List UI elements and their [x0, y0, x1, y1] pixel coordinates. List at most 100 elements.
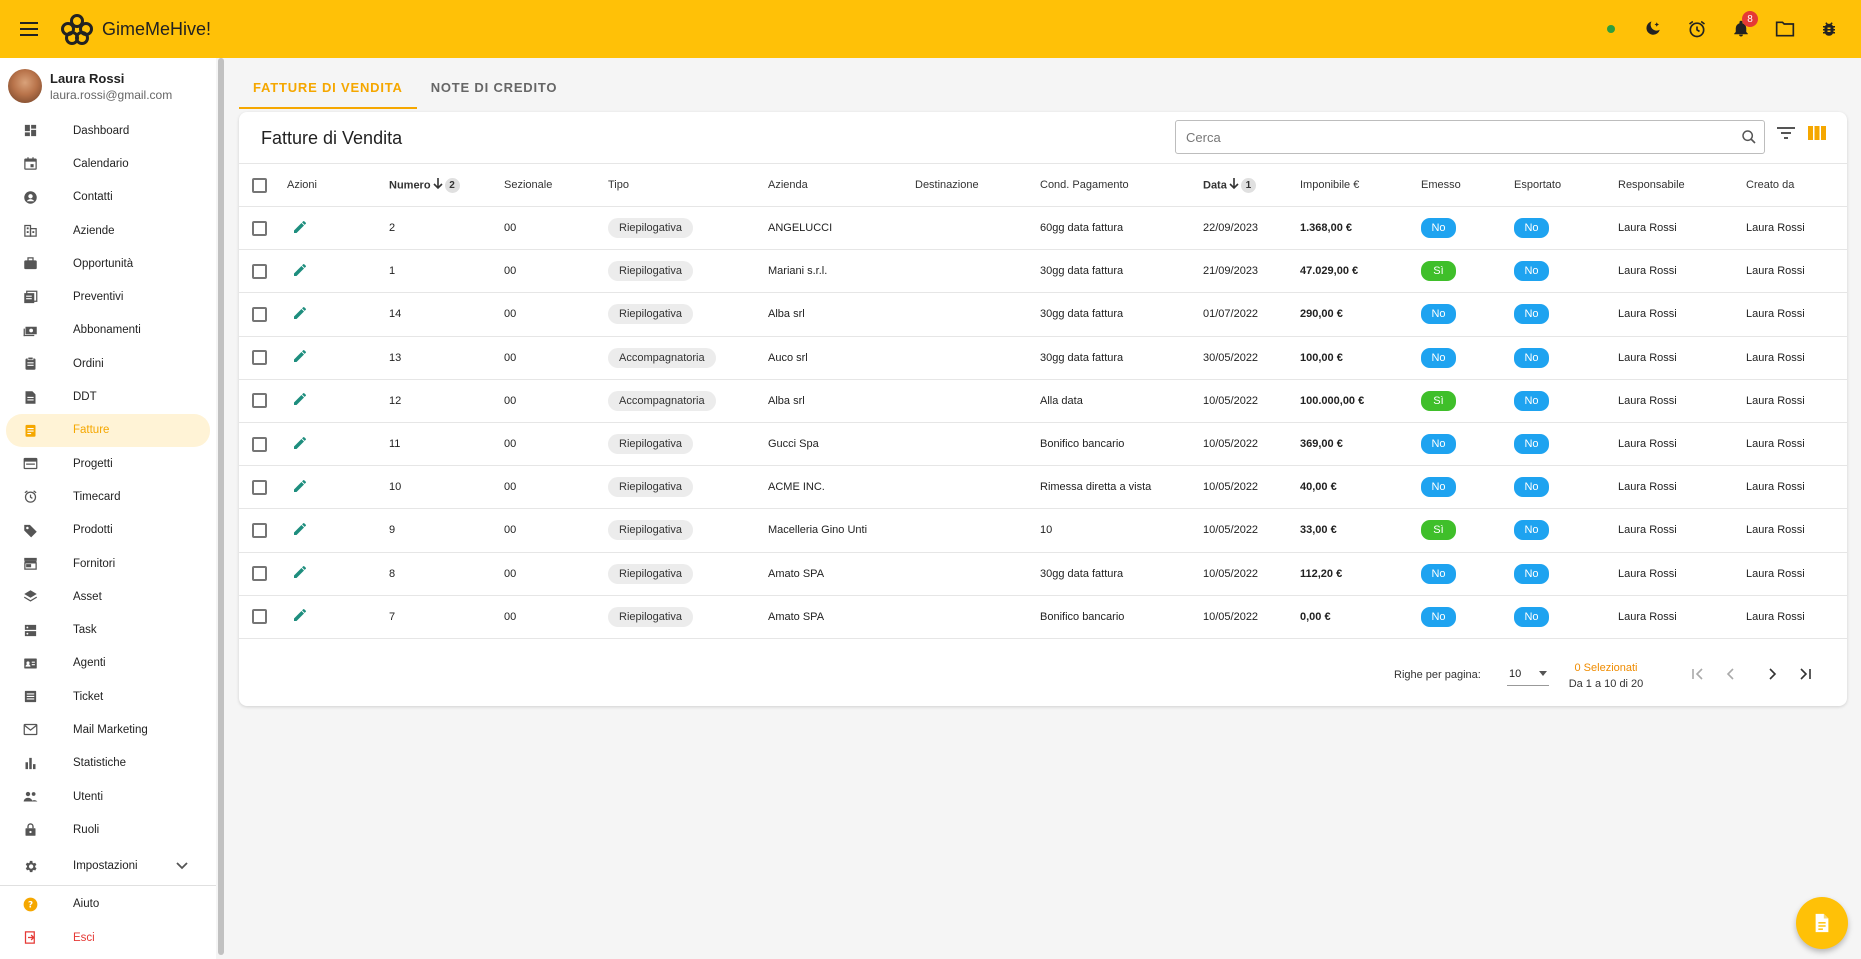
alarm-icon[interactable] [1675, 7, 1719, 51]
edit-icon[interactable] [292, 262, 308, 281]
filter-icon[interactable] [1777, 126, 1795, 145]
tab-note-di-credito[interactable]: NOTE DI CREDITO [417, 68, 572, 109]
sidebar-item-ruoli[interactable]: Ruoli [6, 813, 210, 846]
sidebar-item-agenti[interactable]: Agenti [6, 647, 210, 680]
first-page-icon[interactable] [1688, 664, 1708, 684]
bug-icon[interactable] [1807, 7, 1851, 51]
col-cond-pagamento[interactable]: Cond. Pagamento [1040, 163, 1203, 207]
next-page-icon[interactable] [1763, 664, 1783, 684]
sidebar-item-mail-marketing[interactable]: Mail Marketing [6, 713, 210, 746]
table-row[interactable]: 11 00 Riepilogativa Gucci Spa Bonifico banca… [239, 422, 1847, 467]
emesso-badge: No [1421, 347, 1456, 368]
col-data[interactable]: Data 1 [1203, 163, 1300, 207]
row-checkbox[interactable] [252, 306, 267, 322]
row-checkbox[interactable] [252, 479, 267, 495]
edit-icon[interactable] [292, 607, 308, 626]
sidebar-item-contatti[interactable]: Contatti [6, 181, 210, 214]
col-tipo[interactable]: Tipo [608, 163, 768, 207]
sidebar-item-impostazioni[interactable]: Impostazioni [6, 850, 210, 883]
app-logo[interactable]: GimeMeHive! [60, 13, 211, 45]
cell-creato-da: Laura Rossi [1746, 249, 1847, 294]
new-invoice-button[interactable] [1796, 897, 1848, 949]
table-row[interactable]: 12 00 Accompagnatoria Alba srl Alla data 10/0… [239, 379, 1847, 423]
user-profile[interactable]: Laura Rossi laura.rossi@gmail.com [0, 58, 216, 114]
sidebar-item-prodotti[interactable]: Prodotti [6, 514, 210, 547]
cell-numero: 13 [389, 336, 504, 380]
edit-icon[interactable] [292, 391, 308, 410]
prev-page-icon[interactable] [1720, 664, 1740, 684]
cell-imponibile: 100,00 € [1300, 336, 1421, 380]
row-checkbox[interactable] [252, 350, 267, 366]
sidebar-item-aziende[interactable]: Aziende [6, 214, 210, 247]
table-row[interactable]: 9 00 Riepilogativa Macelleria Gino Unti 10 10… [239, 508, 1847, 553]
col-esportato[interactable]: Esportato [1514, 163, 1618, 207]
edit-icon[interactable] [292, 478, 308, 497]
table-row[interactable]: 7 00 Riepilogativa Amato SPA Bonifico bancar… [239, 595, 1847, 639]
edit-icon[interactable] [292, 305, 308, 324]
table-row[interactable]: 14 00 Riepilogativa Alba srl 30gg data fattu… [239, 292, 1847, 337]
table-row[interactable]: 10 00 Riepilogativa ACME INC. Rimessa dirett… [239, 465, 1847, 510]
row-checkbox[interactable] [252, 393, 267, 409]
sidebar-item-timecard[interactable]: Timecard [6, 480, 210, 513]
col-emesso[interactable]: Emesso [1421, 163, 1514, 207]
cell-responsabile: Laura Rossi [1618, 508, 1746, 553]
emesso-badge: Sì [1421, 390, 1456, 411]
menu-icon[interactable] [0, 0, 58, 58]
sidebar-item-preventivi[interactable]: Preventivi [6, 280, 210, 313]
sidebar-item-progetti[interactable]: Progetti [6, 447, 210, 480]
row-checkbox[interactable] [252, 263, 267, 279]
sidebar-item-abbonamenti[interactable]: Abbonamenti [6, 314, 210, 347]
search-icon[interactable] [1734, 129, 1764, 145]
notifications-icon[interactable]: 8 [1719, 7, 1763, 51]
sidebar-item-statistiche[interactable]: Statistiche [6, 747, 210, 780]
columns-icon[interactable] [1808, 126, 1826, 145]
rows-per-page-select[interactable]: 10 [1507, 662, 1549, 686]
sidebar-item-esci[interactable]: Esci [6, 921, 210, 954]
row-checkbox[interactable] [252, 220, 267, 236]
edit-icon[interactable] [292, 564, 308, 583]
sidebar-item-utenti[interactable]: Utenti [6, 780, 210, 813]
tab-fatture-di-vendita[interactable]: FATTURE DI VENDITA [239, 68, 417, 109]
sidebar-item-fatture[interactable]: Fatture [6, 413, 210, 447]
row-checkbox[interactable] [252, 566, 267, 582]
table-row[interactable]: 1 00 Riepilogativa Mariani s.r.l. 30gg data … [239, 249, 1847, 294]
sidebar-item-ticket[interactable]: Ticket [6, 680, 210, 713]
quote-icon [22, 289, 38, 305]
sidebar-item-dashboard[interactable]: Dashboard [6, 114, 210, 147]
col-imponibile[interactable]: Imponibile € [1300, 163, 1421, 207]
sidebar-item-asset[interactable]: Asset [6, 580, 210, 613]
table-row[interactable]: 2 00 Riepilogativa ANGELUCCI 60gg data fattu… [239, 206, 1847, 251]
col-creato-da[interactable]: Creato da [1746, 163, 1847, 207]
col-sezionale[interactable]: Sezionale [504, 163, 608, 207]
search-field [1175, 120, 1765, 154]
sidebar-item-task[interactable]: Task [6, 613, 210, 646]
col-responsabile[interactable]: Responsabile [1618, 163, 1746, 207]
table-row[interactable]: 13 00 Accompagnatoria Auco srl 30gg data fat… [239, 336, 1847, 380]
dark-mode-icon[interactable] [1631, 7, 1675, 51]
edit-icon[interactable] [292, 348, 308, 367]
sidebar-item-ddt[interactable]: DDT [6, 380, 210, 413]
sidebar-scrollbar[interactable] [218, 58, 224, 955]
col-numero[interactable]: Numero 2 [389, 163, 504, 207]
col-destinazione[interactable]: Destinazione [915, 163, 1040, 207]
row-checkbox[interactable] [252, 522, 267, 538]
search-input[interactable] [1186, 129, 1734, 145]
table-row[interactable]: 8 00 Riepilogativa Amato SPA 30gg data fattu… [239, 552, 1847, 596]
row-checkbox[interactable] [252, 436, 267, 452]
sidebar-item-aiuto[interactable]: ? Aiuto [6, 888, 210, 921]
edit-icon[interactable] [292, 435, 308, 454]
edit-icon[interactable] [292, 521, 308, 540]
sidebar-item-calendario[interactable]: Calendario [6, 147, 210, 180]
sidebar-item-ordini[interactable]: Ordini [6, 347, 210, 380]
select-all-checkbox[interactable] [252, 177, 267, 193]
folder-icon[interactable] [1763, 7, 1807, 51]
last-page-icon[interactable] [1795, 664, 1815, 684]
esportato-badge: No [1514, 606, 1549, 627]
sidebar-item-opportunit-[interactable]: Opportunità [6, 247, 210, 280]
edit-icon[interactable] [292, 219, 308, 238]
emesso-badge: No [1421, 434, 1456, 455]
row-checkbox[interactable] [252, 609, 267, 625]
sidebar-item-fornitori[interactable]: Fornitori [6, 547, 210, 580]
col-azienda[interactable]: Azienda [768, 163, 915, 207]
tipo-chip: Accompagnatoria [608, 390, 716, 411]
